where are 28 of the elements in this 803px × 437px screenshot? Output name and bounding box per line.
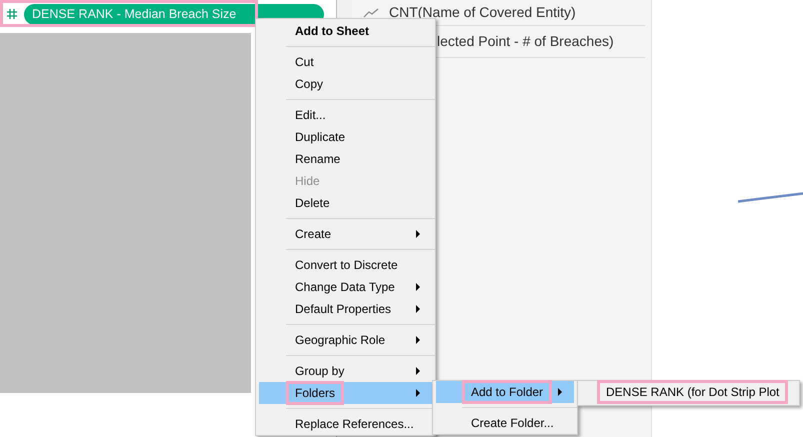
menu-item[interactable]: Copy — [259, 73, 432, 95]
menu-item[interactable]: Geographic Role — [259, 329, 432, 351]
submenu-arrow-icon — [416, 305, 420, 313]
menu-item[interactable]: Duplicate — [259, 126, 432, 148]
menu-item[interactable]: Edit... — [259, 104, 432, 126]
submenu-arrow-icon — [416, 389, 420, 397]
menu-item[interactable]: Delete — [259, 192, 432, 214]
menu-item[interactable]: Group by — [259, 360, 432, 382]
submenu-arrow-icon — [416, 283, 420, 291]
trend-line — [738, 192, 803, 203]
submenu-arrow-icon — [558, 388, 562, 396]
menu-item[interactable]: Replace References... — [259, 413, 432, 435]
menu-item[interactable]: Convert to Discrete — [259, 254, 432, 276]
menu-item[interactable]: Cut — [259, 51, 432, 73]
menu-item[interactable]: Create Folder... — [436, 412, 574, 434]
line-chart-icon — [363, 8, 379, 18]
menu-item[interactable]: Rename — [259, 148, 432, 170]
submenu-arrow-icon — [416, 336, 420, 344]
shelf-field-label: CNT(Name of Covered Entity) — [389, 3, 576, 22]
menu-item[interactable]: Add to Folder — [436, 381, 574, 403]
submenu-arrow-icon — [416, 367, 420, 375]
menu-item[interactable]: Folders — [259, 382, 432, 404]
hash-icon — [6, 8, 18, 20]
submenu-arrow-icon — [416, 230, 420, 238]
menu-item[interactable]: Default Properties — [259, 298, 432, 320]
menu-item[interactable]: Change Data Type — [259, 276, 432, 298]
shelf-field-label: lected Point - # of Breaches) — [437, 32, 614, 51]
menu-item[interactable]: Create — [259, 223, 432, 245]
